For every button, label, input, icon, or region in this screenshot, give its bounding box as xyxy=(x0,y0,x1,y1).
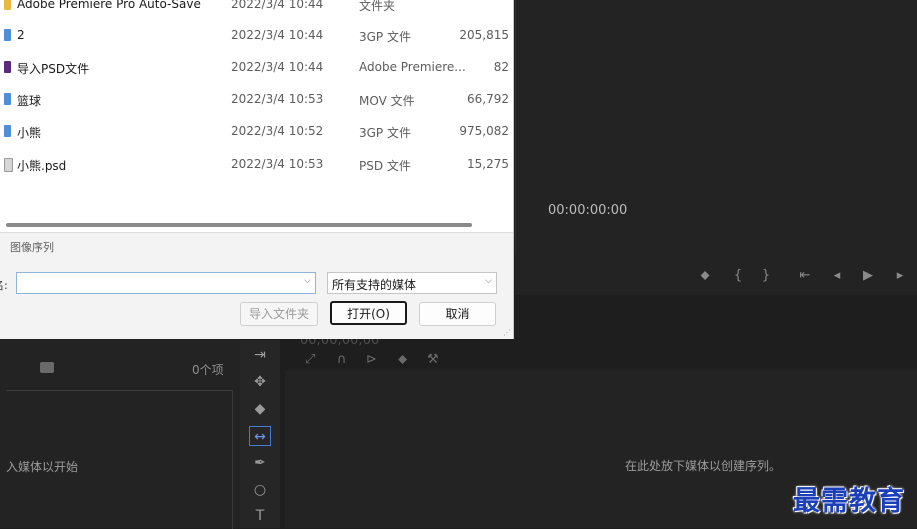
file-name: 导入PSD文件 xyxy=(17,62,90,76)
folder-icon xyxy=(4,0,11,10)
items-count: 0个项 xyxy=(192,363,224,377)
file-row[interactable]: Adobe Premiere Pro Auto-Save 2022/3/4 10:… xyxy=(0,0,513,15)
import-folder-button[interactable]: 导入文件夹 xyxy=(240,302,318,326)
horizontal-scrollbar[interactable] xyxy=(6,223,472,227)
file-type: MOV 文件 xyxy=(359,94,415,108)
video-file-icon xyxy=(4,125,11,137)
file-date: 2022/3/4 10:44 xyxy=(231,60,324,74)
file-type-select[interactable]: 所有支持的媒体 ⌵ xyxy=(327,272,497,294)
step-back-icon[interactable]: ◂ xyxy=(829,268,845,283)
file-type-value: 所有支持的媒体 xyxy=(332,278,417,292)
cancel-button[interactable]: 取消 xyxy=(419,302,496,326)
timeline-marker-icon[interactable]: ⬥ xyxy=(398,352,407,367)
add-marker-icon[interactable]: ⬥ xyxy=(697,268,713,283)
open-button[interactable]: 打开(O) xyxy=(330,301,407,325)
file-date: 2022/3/4 10:53 xyxy=(231,92,324,106)
filename-input[interactable] xyxy=(17,274,301,294)
blank-file-icon xyxy=(4,158,13,172)
file-type: PSD 文件 xyxy=(359,159,411,173)
image-sequence-checkbox[interactable]: 图像序列 xyxy=(10,239,54,255)
watermark-logo: 最需教育 xyxy=(793,486,905,517)
file-date: 2022/3/4 10:52 xyxy=(231,124,324,138)
chevron-down-icon[interactable]: ⌵ xyxy=(485,276,492,286)
file-date: 2022/3/4 10:53 xyxy=(231,157,324,171)
file-row[interactable]: 小熊.psd 2022/3/4 10:53 PSD 文件 15,275 xyxy=(0,155,513,175)
file-row[interactable]: 导入PSD文件 2022/3/4 10:44 Adobe Premiere... 82 xyxy=(0,58,513,78)
file-name: 小熊.psd xyxy=(17,159,67,173)
video-file-icon xyxy=(4,93,11,105)
snap-icon[interactable]: ∩ xyxy=(337,352,347,367)
track-select-icon[interactable]: ⇥ xyxy=(249,345,271,365)
timeline-empty-message: 在此处放下媒体以创建序列。 xyxy=(625,459,782,473)
file-row[interactable]: 2 2022/3/4 10:44 3GP 文件 205,815 xyxy=(0,26,513,46)
import-dialog: Adobe Premiere Pro Auto-Save 2022/3/4 10:… xyxy=(0,0,514,339)
resize-grip-icon[interactable]: ⋰ xyxy=(503,328,511,337)
program-monitor xyxy=(515,0,917,295)
ripple-edit-icon[interactable]: ✥ xyxy=(249,372,271,392)
wrench-icon[interactable]: ⚒ xyxy=(427,352,439,367)
type-tool-icon[interactable]: T xyxy=(249,506,271,526)
step-forward-icon[interactable]: ▸ xyxy=(892,268,908,283)
file-name: 小熊 xyxy=(17,126,42,140)
file-type: 3GP 文件 xyxy=(359,30,411,44)
video-file-icon xyxy=(4,29,11,41)
linked-select-icon[interactable]: ⊳ xyxy=(366,352,377,367)
filename-field[interactable]: ⌵ xyxy=(16,272,316,294)
file-name: 篮球 xyxy=(17,94,42,108)
chevron-down-icon[interactable]: ⌵ xyxy=(304,276,311,286)
project-drop-message: 入媒体以开始 xyxy=(6,460,79,474)
mark-in-icon[interactable]: { xyxy=(730,268,746,283)
slip-tool-icon[interactable]: ↔ xyxy=(249,426,271,446)
premiere-file-icon xyxy=(4,61,11,73)
file-date: 2022/3/4 10:44 xyxy=(231,0,324,11)
go-to-in-icon[interactable]: ⇤ xyxy=(797,268,813,283)
hand-tool-icon[interactable]: ○ xyxy=(249,480,271,500)
file-type: Adobe Premiere... xyxy=(359,60,466,74)
pen-tool-icon[interactable]: ✒ xyxy=(249,453,271,473)
new-bin-icon[interactable] xyxy=(40,362,54,373)
file-size: 82 xyxy=(493,60,509,74)
file-row[interactable]: 小熊 2022/3/4 10:52 3GP 文件 975,082 xyxy=(0,122,513,142)
file-size: 205,815 xyxy=(459,28,509,42)
nest-icon[interactable]: ⤢ xyxy=(305,352,315,367)
razor-icon[interactable]: ◆ xyxy=(249,399,271,419)
play-icon[interactable]: ▶ xyxy=(860,268,876,283)
file-name: 2 xyxy=(17,28,25,42)
program-controls xyxy=(515,255,917,295)
program-timecode: 00:00:00:00 xyxy=(548,203,628,218)
file-type: 文件夹 xyxy=(359,0,396,13)
file-size: 975,082 xyxy=(459,124,509,138)
file-size: 15,275 xyxy=(467,157,509,171)
mark-out-icon[interactable]: } xyxy=(758,268,774,283)
file-type: 3GP 文件 xyxy=(359,126,411,140)
filename-label: 名: xyxy=(0,279,8,292)
file-row[interactable]: 篮球 2022/3/4 10:53 MOV 文件 66,792 xyxy=(0,90,513,110)
file-size: 66,792 xyxy=(467,92,509,106)
file-name: Adobe Premiere Pro Auto-Save xyxy=(17,0,201,11)
file-date: 2022/3/4 10:44 xyxy=(231,28,324,42)
